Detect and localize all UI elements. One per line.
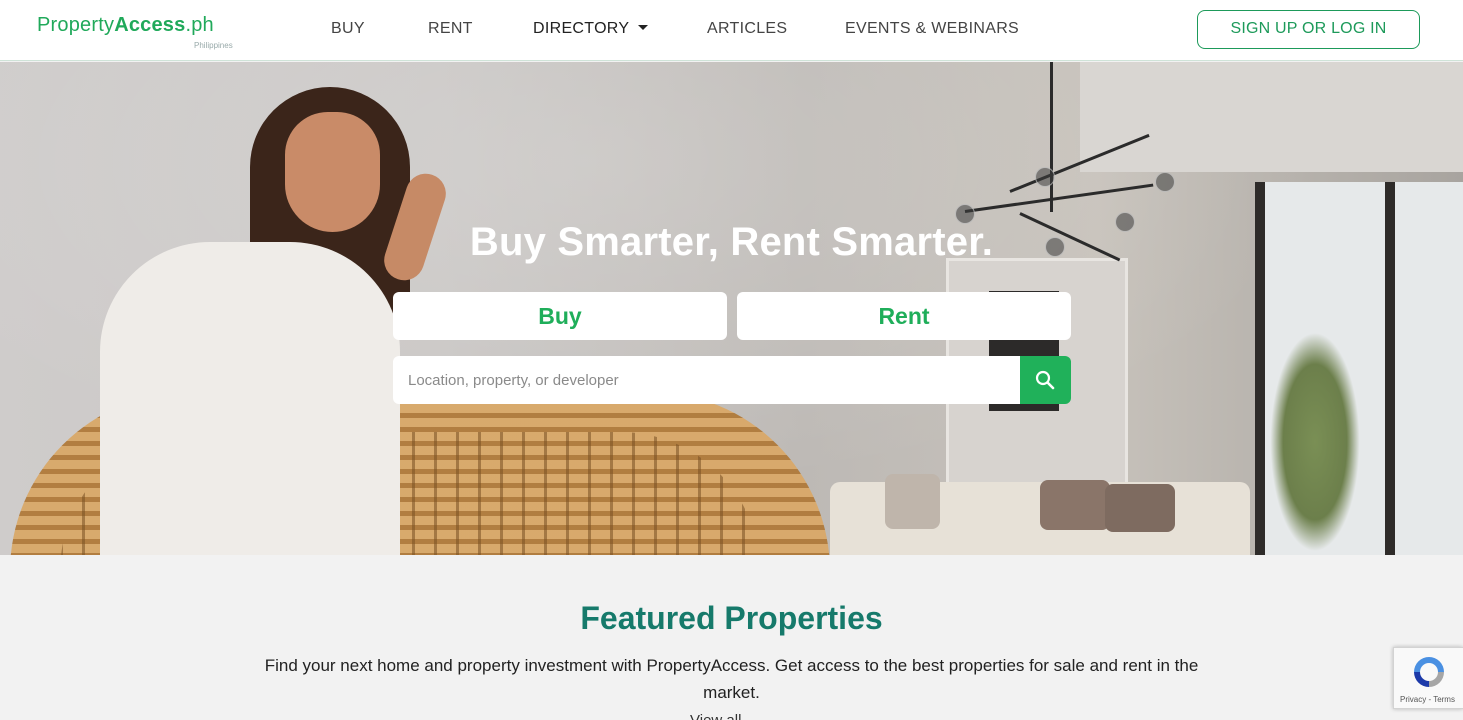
hero-chandelier: [1050, 62, 1053, 212]
hero-pillow: [1105, 484, 1175, 532]
hero-model-body: [100, 242, 400, 555]
hero-model-face: [285, 112, 380, 232]
nav-buy[interactable]: BUY: [331, 20, 365, 38]
hero-title: Buy Smarter, Rent Smarter.: [469, 220, 994, 264]
featured-description: Find your next home and property investm…: [264, 656, 1199, 702]
site-logo[interactable]: PropertyAccess.ph Philippines: [37, 14, 233, 50]
nav-events-webinars[interactable]: EVENTS & WEBINARS: [845, 20, 1019, 38]
search-icon: [1035, 370, 1055, 390]
hero-banner: Buy Smarter, Rent Smarter. Buy Rent: [0, 62, 1463, 555]
recaptcha-icon: [1414, 657, 1444, 687]
search-input[interactable]: [393, 356, 1020, 404]
site-header: PropertyAccess.ph Philippines BUY RENT D…: [0, 0, 1463, 61]
hero-pillow: [1040, 480, 1110, 530]
nav-articles[interactable]: ARTICLES: [707, 20, 787, 38]
signup-login-button[interactable]: SIGN UP OR LOG IN: [1197, 10, 1420, 49]
nav-directory-label: DIRECTORY: [533, 20, 630, 37]
hero-ceiling: [1080, 62, 1463, 172]
nav-directory[interactable]: DIRECTORY: [533, 20, 649, 38]
nav-rent[interactable]: RENT: [428, 20, 473, 38]
view-all-link[interactable]: View all: [690, 712, 780, 720]
chandelier-bulb: [1035, 167, 1055, 187]
hero-plant: [1270, 332, 1360, 552]
logo-text: PropertyAccess.ph: [37, 14, 214, 36]
hero-pillow: [885, 474, 940, 529]
search-button[interactable]: [1020, 356, 1071, 404]
buy-tab-button[interactable]: Buy: [393, 292, 727, 340]
recaptcha-badge[interactable]: Privacy - Terms: [1393, 647, 1463, 709]
chandelier-bulb: [1155, 172, 1175, 192]
recaptcha-links[interactable]: Privacy - Terms: [1400, 695, 1455, 704]
logo-subtitle: Philippines: [194, 41, 233, 50]
rent-tab-button[interactable]: Rent: [737, 292, 1071, 340]
chevron-down-icon: [638, 25, 649, 31]
featured-title: Featured Properties: [580, 600, 883, 636]
